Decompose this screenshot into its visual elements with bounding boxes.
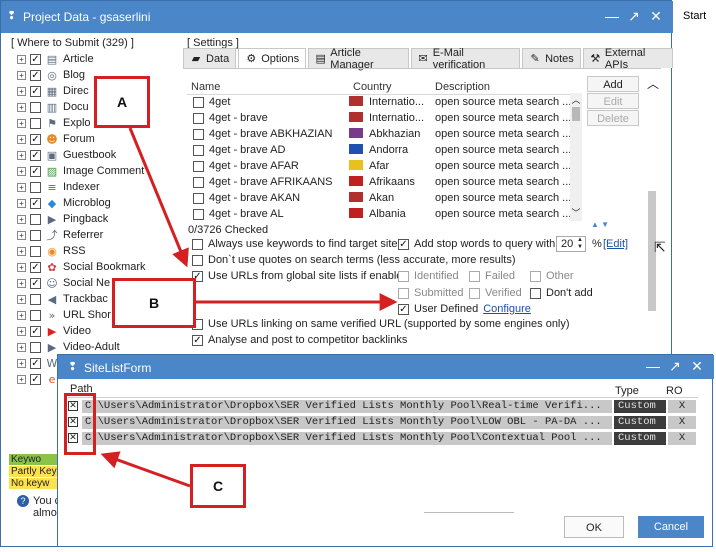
- arrow-a: [128, 127, 189, 268]
- arrow-c: [100, 451, 191, 488]
- callout-c: C: [190, 464, 246, 508]
- callout-a: A: [94, 76, 150, 128]
- checkbox-highlight-box: [64, 393, 96, 455]
- callout-b: B: [112, 278, 196, 328]
